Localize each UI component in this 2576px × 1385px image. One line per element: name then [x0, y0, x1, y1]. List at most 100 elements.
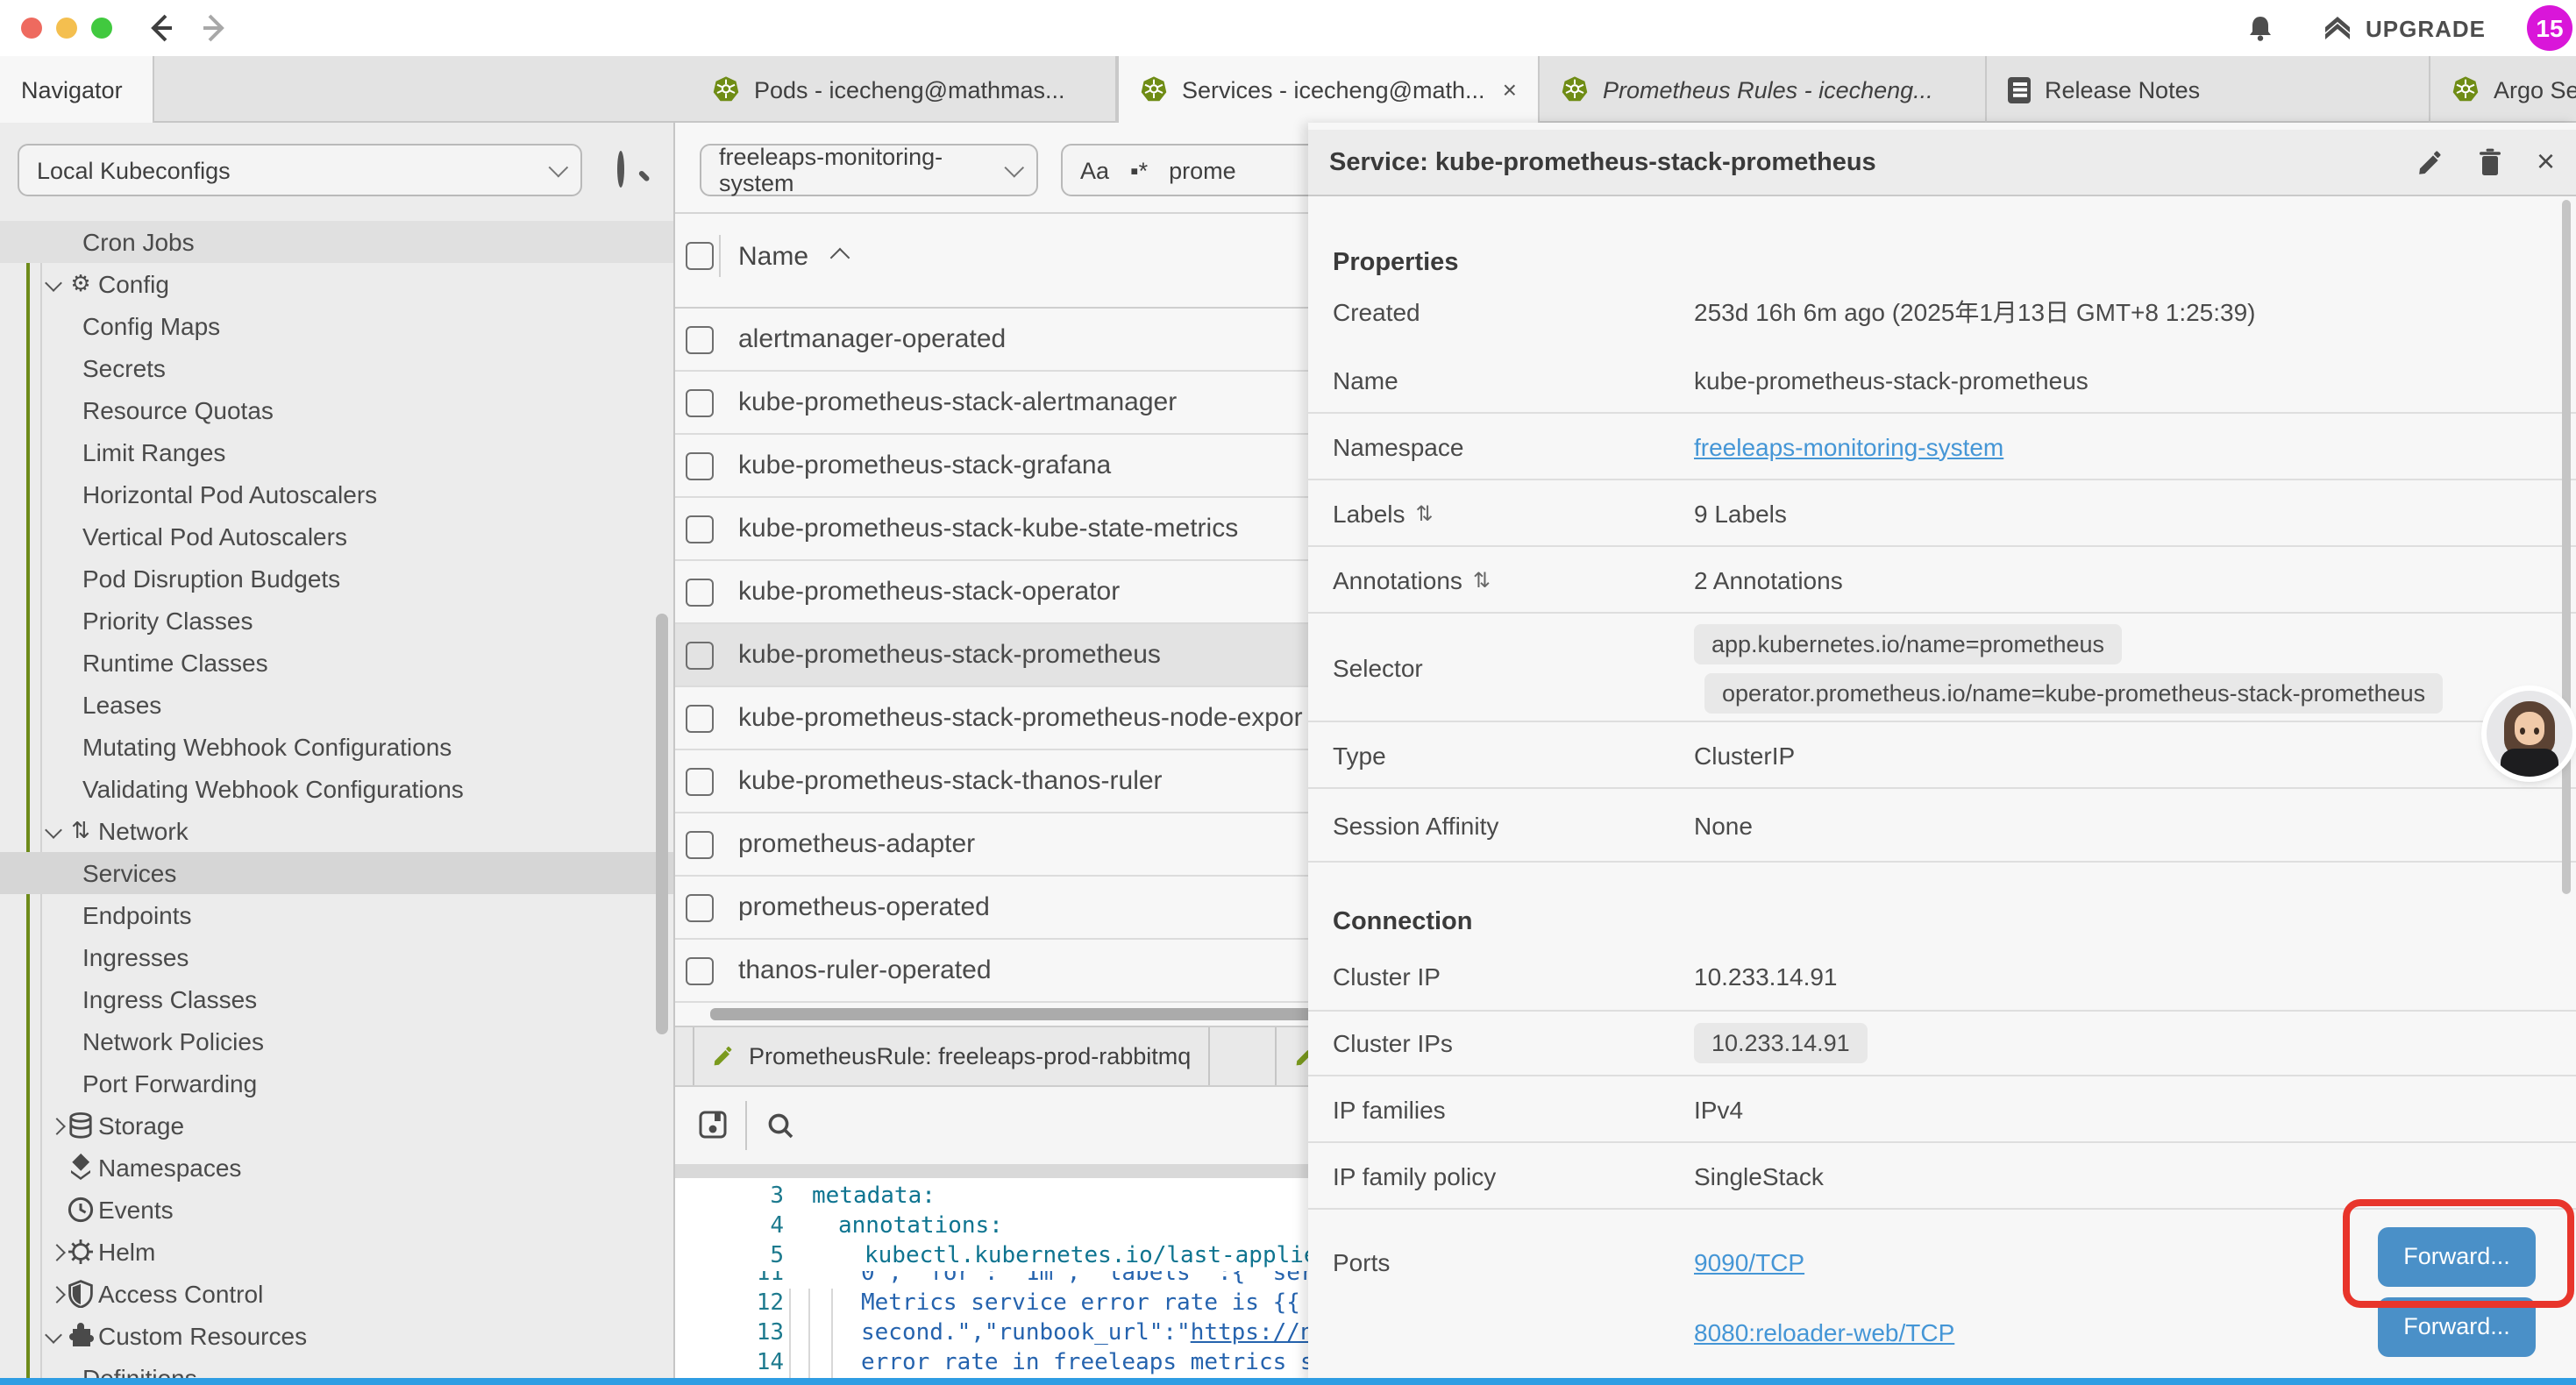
- sidebar-group-config[interactable]: ⚙ Config: [0, 263, 675, 305]
- sidebar-item-secrets[interactable]: Secrets: [0, 347, 675, 389]
- chevron-down-icon[interactable]: [45, 1326, 62, 1344]
- property-row-session-affinity: Session Affinity None: [1308, 789, 2576, 863]
- sidebar-item-vertical-pod-autoscalers[interactable]: Vertical Pod Autoscalers: [0, 515, 675, 558]
- table-row[interactable]: kube-prometheus-stack-kube-state-metrics: [675, 498, 1348, 561]
- traffic-light-zoom[interactable]: [91, 18, 112, 39]
- expand-annotations-icon[interactable]: ⇅: [1473, 567, 1491, 592]
- table-row[interactable]: kube-prometheus-stack-grafana: [675, 435, 1348, 498]
- table-row[interactable]: prometheus-adapter: [675, 813, 1348, 877]
- sidebar-item-events[interactable]: Events: [0, 1189, 675, 1231]
- code-line: 12 Metrics service error rate is {{ $va: [675, 1289, 1348, 1318]
- horizontal-scrollbar[interactable]: [710, 1008, 1348, 1020]
- row-checkbox[interactable]: [686, 831, 714, 859]
- back-arrow-icon[interactable]: [144, 11, 179, 46]
- tab-prometheus-rules[interactable]: Prometheus Rules - icecheng...: [1540, 56, 1987, 123]
- table-row[interactable]: kube-prometheus-stack-prometheus-node-ex…: [675, 687, 1348, 750]
- sidebar-item-namespaces[interactable]: Namespaces: [0, 1147, 675, 1189]
- sidebar-item-ingresses[interactable]: Ingresses: [0, 936, 675, 978]
- tab-argo[interactable]: Argo Se: [2430, 56, 2576, 123]
- table-row[interactable]: kube-prometheus-stack-thanos-ruler: [675, 750, 1348, 813]
- panel-scrollbar[interactable]: [2562, 200, 2571, 894]
- tab-navigator[interactable]: Navigator: [0, 56, 154, 123]
- tab-pods[interactable]: Pods - icecheng@mathmas...: [691, 56, 1117, 123]
- upgrade-label[interactable]: UPGRADE: [2366, 16, 2486, 42]
- row-checkbox[interactable]: [686, 642, 714, 670]
- sidebar-item-ingress-classes[interactable]: Ingress Classes: [0, 978, 675, 1020]
- port-link-9090[interactable]: 9090/TCP: [1694, 1248, 1804, 1276]
- chevron-right-icon[interactable]: [48, 1286, 66, 1303]
- row-checkbox[interactable]: [686, 326, 714, 354]
- sidebar-item-endpoints[interactable]: Endpoints: [0, 894, 675, 936]
- close-panel-icon[interactable]: ×: [2537, 144, 2555, 181]
- expand-labels-icon[interactable]: ⇅: [1416, 501, 1434, 525]
- yaml-editor[interactable]: 3 metadata: 4 annotations: 5 kubectl.kub…: [675, 1178, 1348, 1385]
- save-icon[interactable]: [698, 1110, 728, 1140]
- port-link-8080[interactable]: 8080:reloader-web/TCP: [1694, 1318, 1954, 1346]
- traffic-light-minimize[interactable]: [56, 18, 77, 39]
- sidebar-item-horizontal-pod-autoscalers[interactable]: Horizontal Pod Autoscalers: [0, 473, 675, 515]
- close-tab-icon[interactable]: ×: [1499, 75, 1520, 103]
- search-input[interactable]: Aa ▪* prome: [1061, 144, 1348, 196]
- sidebar-item-leases[interactable]: Leases: [0, 684, 675, 726]
- select-all-checkbox[interactable]: [686, 242, 714, 270]
- sidebar-group-helm[interactable]: Helm: [0, 1231, 675, 1273]
- tab-services[interactable]: Services - icecheng@math... ×: [1117, 56, 1540, 123]
- chevron-down-icon[interactable]: [45, 274, 62, 292]
- editor-tab-prometheusrule[interactable]: PrometheusRule: freeleaps-prod-rabbitmq: [693, 1027, 1210, 1085]
- traffic-light-close[interactable]: [21, 18, 42, 39]
- row-checkbox[interactable]: [686, 957, 714, 985]
- upgrade-icon[interactable]: [2322, 12, 2353, 44]
- sidebar-item-services[interactable]: Services: [0, 852, 675, 894]
- row-checkbox[interactable]: [686, 705, 714, 733]
- sidebar-item-priority-classes[interactable]: Priority Classes: [0, 600, 675, 642]
- sidebar-item-cron-jobs[interactable]: Cron Jobs: [0, 221, 675, 263]
- notifications-bell-icon[interactable]: [2246, 14, 2274, 42]
- row-checkbox[interactable]: [686, 768, 714, 796]
- sidebar-item-mutating-webhook-configurations[interactable]: Mutating Webhook Configurations: [0, 726, 675, 768]
- tab-release-notes[interactable]: Release Notes: [1987, 56, 2430, 123]
- table-row[interactable]: kube-prometheus-stack-alertmanager: [675, 372, 1348, 435]
- table-row[interactable]: alertmanager-operated: [675, 309, 1348, 372]
- chevron-right-icon[interactable]: [48, 1118, 66, 1135]
- kubernetes-icon: [1140, 75, 1168, 103]
- sidebar-search-icon[interactable]: [617, 154, 624, 186]
- kubeconfig-selector[interactable]: Local Kubeconfigs: [18, 144, 582, 196]
- regex-toggle[interactable]: ▪*: [1130, 157, 1148, 183]
- table-row[interactable]: kube-prometheus-stack-operator: [675, 561, 1348, 624]
- row-checkbox[interactable]: [686, 579, 714, 607]
- row-checkbox[interactable]: [686, 452, 714, 480]
- match-case-toggle[interactable]: Aa: [1080, 157, 1109, 183]
- table-row[interactable]: thanos-ruler-operated: [675, 940, 1348, 1003]
- delete-trash-icon[interactable]: [2477, 147, 2505, 177]
- row-checkbox[interactable]: [686, 389, 714, 417]
- chevron-right-icon[interactable]: [48, 1244, 66, 1261]
- resource-tree: Cron Jobs ⚙ Config Config Maps Secrets R…: [0, 221, 675, 1385]
- sidebar-item-resource-quotas[interactable]: Resource Quotas: [0, 389, 675, 431]
- sidebar-group-storage[interactable]: Storage: [0, 1104, 675, 1147]
- sidebar-item-network-policies[interactable]: Network Policies: [0, 1020, 675, 1062]
- avatar[interactable]: [2487, 691, 2572, 777]
- column-header-name[interactable]: Name: [738, 235, 847, 281]
- namespace-filter-select[interactable]: freeleaps-monitoring-system: [700, 144, 1038, 196]
- sidebar-group-access-control[interactable]: Access Control: [0, 1273, 675, 1315]
- sidebar-item-limit-ranges[interactable]: Limit Ranges: [0, 431, 675, 473]
- sidebar-scrollbar[interactable]: [656, 614, 668, 1034]
- namespace-link[interactable]: freeleaps-monitoring-system: [1694, 432, 2003, 460]
- table-row-selected[interactable]: kube-prometheus-stack-prometheus: [675, 624, 1348, 687]
- forward-arrow-icon[interactable]: [196, 11, 231, 46]
- table-row[interactable]: prometheus-operated: [675, 877, 1348, 940]
- chevron-down-icon[interactable]: [45, 821, 62, 839]
- edit-pencil-icon[interactable]: [2417, 148, 2445, 176]
- notification-count-badge[interactable]: 15: [2527, 5, 2572, 51]
- sidebar-group-network[interactable]: ⇅ Network: [0, 810, 675, 852]
- sidebar-item-runtime-classes[interactable]: Runtime Classes: [0, 642, 675, 684]
- editor-search-icon[interactable]: [766, 1112, 794, 1140]
- sidebar-item-validating-webhook-configurations[interactable]: Validating Webhook Configurations: [0, 768, 675, 810]
- sidebar-item-port-forwarding[interactable]: Port Forwarding: [0, 1062, 675, 1104]
- sidebar-group-custom-resources[interactable]: Custom Resources: [0, 1315, 675, 1357]
- sidebar-item-config-maps[interactable]: Config Maps: [0, 305, 675, 347]
- sidebar-item-pod-disruption-budgets[interactable]: Pod Disruption Budgets: [0, 558, 675, 600]
- detail-panel-header: Service: kube-prometheus-stack-prometheu…: [1308, 130, 2576, 196]
- row-checkbox[interactable]: [686, 894, 714, 922]
- row-checkbox[interactable]: [686, 515, 714, 543]
